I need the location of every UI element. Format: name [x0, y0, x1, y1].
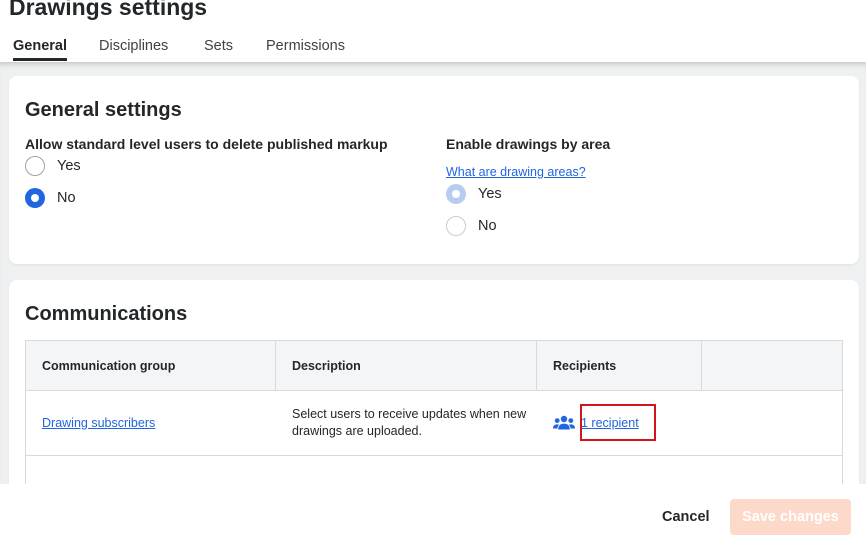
general-settings-title: General settings — [25, 99, 182, 121]
communications-title: Communications — [25, 303, 188, 325]
delete-markup-no-option[interactable]: No — [25, 187, 76, 209]
general-settings-card: General settings Allow standard level us… — [9, 76, 859, 264]
drawing-areas-help-link[interactable]: What are drawing areas? — [446, 165, 586, 179]
recipients-control[interactable]: 1 recipient — [553, 415, 639, 431]
column-header-recipients[interactable]: Recipients — [537, 341, 702, 390]
radio-unchecked-disabled-icon[interactable] — [446, 216, 466, 236]
content-area[interactable]: General settings Allow standard level us… — [0, 62, 866, 484]
tab-general[interactable]: General — [13, 38, 67, 62]
page-title: Drawings settings — [9, 0, 208, 20]
radio-label-yes: Yes — [478, 186, 502, 202]
drawings-by-area-no-option[interactable]: No — [446, 215, 497, 237]
drawings-by-area-yes-option[interactable]: Yes — [446, 183, 502, 205]
radio-checked-icon[interactable] — [25, 188, 45, 208]
description-text: Select users to receive updates when new… — [292, 407, 527, 438]
column-header-description[interactable]: Description — [276, 341, 537, 390]
column-header-communication-group[interactable]: Communication group — [26, 341, 276, 390]
tab-disciplines[interactable]: Disciplines — [99, 38, 168, 62]
group-cell: Drawing subscribers — [26, 391, 276, 455]
page-header: Drawings settings General Disciplines Se… — [0, 0, 866, 62]
table-header: Communication group Description Recipien… — [26, 341, 842, 391]
delete-markup-yes-option[interactable]: Yes — [25, 155, 81, 177]
tab-sets[interactable]: Sets — [204, 38, 233, 62]
drawings-by-area-label: Enable drawings by area — [446, 136, 611, 152]
actions-cell — [702, 391, 842, 455]
save-changes-button[interactable]: Save changes — [730, 499, 851, 535]
radio-label-no: No — [478, 218, 497, 234]
footer-bar: Cancel Save changes — [0, 484, 866, 544]
communications-card: Communications Communication group Descr… — [9, 280, 859, 484]
column-header-actions — [702, 341, 842, 390]
drawing-subscribers-link[interactable]: Drawing subscribers — [42, 416, 155, 430]
recipients-link[interactable]: 1 recipient — [581, 416, 639, 430]
radio-unchecked-icon[interactable] — [25, 156, 45, 176]
radio-checked-disabled-icon[interactable] — [446, 184, 466, 204]
recipients-cell: 1 recipient — [537, 391, 702, 455]
tab-permissions[interactable]: Permissions — [266, 38, 345, 62]
communications-table: Communication group Description Recipien… — [25, 340, 843, 484]
delete-markup-label: Allow standard level users to delete pub… — [25, 136, 388, 152]
group-icon — [553, 415, 575, 430]
cancel-button[interactable]: Cancel — [650, 500, 722, 534]
description-cell: Select users to receive updates when new… — [276, 391, 537, 455]
table-row: Drawing subscribers Select users to rece… — [26, 391, 842, 456]
radio-label-no: No — [57, 190, 76, 206]
radio-label-yes: Yes — [57, 158, 81, 174]
